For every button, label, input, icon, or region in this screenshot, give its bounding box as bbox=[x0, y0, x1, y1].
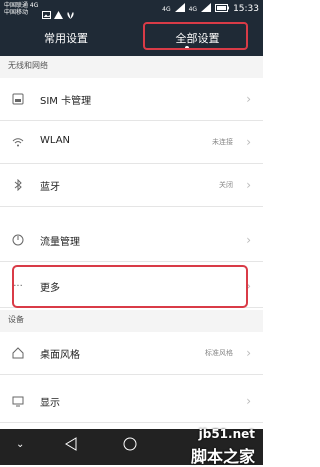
setting-value: 未连接 bbox=[212, 138, 233, 146]
display-icon bbox=[10, 393, 26, 409]
highlight-box-tab bbox=[143, 22, 248, 50]
bluetooth-icon bbox=[10, 177, 26, 193]
watermark-site: jb51.net bbox=[198, 427, 255, 441]
signal-icon-2 bbox=[201, 3, 212, 15]
home-icon bbox=[10, 345, 26, 361]
setting-row-sim[interactable]: SIM 卡管理 › bbox=[0, 78, 263, 121]
chevron-right-icon: › bbox=[246, 135, 251, 149]
setting-label: SIM 卡管理 bbox=[40, 96, 92, 107]
setting-row-display[interactable]: 显示 › bbox=[0, 380, 263, 423]
chevron-right-icon: › bbox=[246, 233, 251, 247]
status-indicators: 4G 4G 15:33 bbox=[162, 3, 259, 15]
chevron-right-icon: › bbox=[246, 178, 251, 192]
chevron-right-icon: › bbox=[246, 92, 251, 106]
highlight-box-more bbox=[12, 265, 248, 308]
watermark-name: 脚本之家 bbox=[190, 447, 255, 466]
clock: 15:33 bbox=[233, 4, 259, 14]
setting-label: 桌面风格 bbox=[40, 350, 80, 361]
back-icon[interactable] bbox=[65, 437, 77, 455]
sim-card-icon bbox=[10, 91, 26, 107]
carrier-info: 中国联通 4G 中国移动 bbox=[4, 2, 38, 16]
network-type-2: 4G bbox=[188, 5, 198, 13]
watermark: jb51.net 脚本之家 bbox=[146, 425, 261, 466]
wifi-icon bbox=[10, 134, 26, 150]
setting-label: 蓝牙 bbox=[40, 182, 60, 193]
setting-value: 标准风格 bbox=[205, 349, 233, 357]
carrier-2: 中国移动 bbox=[4, 9, 29, 16]
network-type-1: 4G bbox=[162, 5, 171, 13]
setting-row-bluetooth[interactable]: 蓝牙 关闭 › bbox=[0, 164, 263, 207]
setting-label: WLAN bbox=[40, 135, 71, 146]
chevron-right-icon: › bbox=[246, 394, 251, 408]
battery-icon bbox=[215, 3, 230, 15]
section-header-wireless: 无线和网络 bbox=[0, 56, 263, 78]
home-button-icon[interactable] bbox=[123, 437, 137, 455]
carrier-1: 中国联通 4G bbox=[4, 2, 39, 9]
setting-row-wlan[interactable]: WLAN 未连接 › bbox=[0, 121, 263, 164]
section-header-device: 设备 bbox=[0, 310, 263, 332]
signal-icon bbox=[174, 3, 185, 15]
chevron-down-icon[interactable]: ⌄ bbox=[16, 439, 24, 450]
setting-label: 显示 bbox=[40, 398, 60, 409]
data-usage-icon bbox=[10, 232, 26, 248]
chevron-right-icon: › bbox=[246, 346, 251, 360]
setting-value: 关闭 bbox=[219, 181, 233, 189]
setting-label: 流量管理 bbox=[40, 237, 80, 248]
status-bar: 中国联通 4G 中国移动 4G 4G 15:33 bbox=[0, 0, 263, 20]
setting-row-home-style[interactable]: 桌面风格 标准风格 › bbox=[0, 332, 263, 375]
tab-common-settings[interactable]: 常用设置 bbox=[0, 20, 132, 56]
setting-row-data-usage[interactable]: 流量管理 › bbox=[0, 219, 263, 262]
